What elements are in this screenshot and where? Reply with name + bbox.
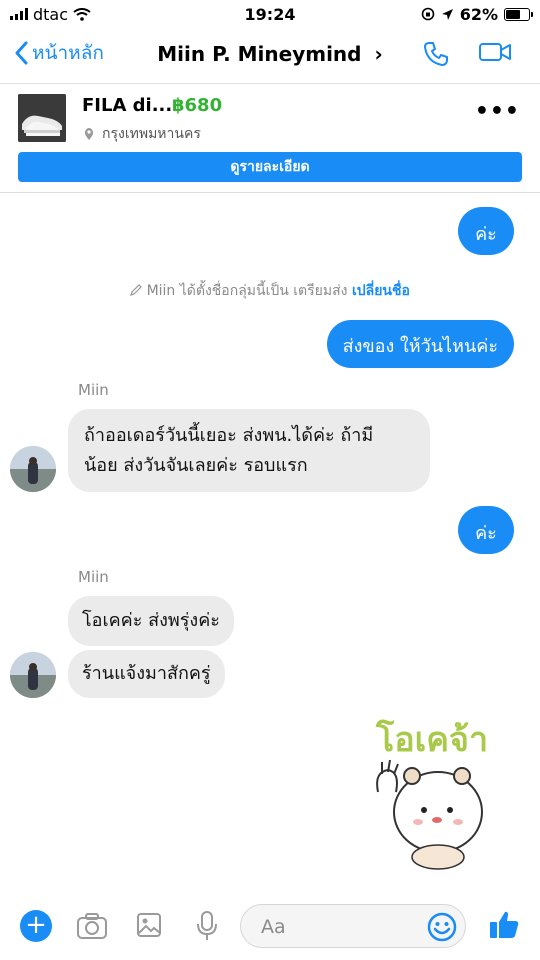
sticker[interactable]: โอเคจ้า: [366, 712, 506, 872]
system-text: Miin ได้ตั้งชื่อกลุ่มนี้เป็น เตรียมส่ง: [146, 283, 348, 299]
video-icon[interactable]: [478, 40, 512, 64]
location-label: กรุงเทพมหานคร: [102, 126, 201, 142]
sticker-text: โอเคจ้า: [376, 720, 489, 760]
outgoing-message[interactable]: ส่งของ ให้วันไหนค่ะ: [326, 320, 514, 368]
emoji-icon[interactable]: [427, 912, 457, 942]
more-options-icon[interactable]: •••: [475, 99, 520, 124]
battery-icon: [504, 7, 533, 21]
like-icon[interactable]: [488, 910, 520, 940]
message-input[interactable]: Aa: [240, 904, 466, 948]
product-card: FILA di... ฿680 กรุงเทพมหานคร ••• ดูรายล…: [0, 85, 540, 193]
incoming-message[interactable]: ถ้าออเดอร์วันนี้เยอะ ส่งพน.ได้ค่ะ ถ้ามี …: [68, 409, 430, 492]
outgoing-message[interactable]: ค่ะ: [458, 207, 514, 255]
sender-name: Miin: [78, 381, 109, 399]
mic-icon[interactable]: [196, 910, 218, 942]
rename-link[interactable]: เปลี่ยนชื่อ: [352, 283, 410, 299]
clock: 19:24: [244, 4, 296, 24]
product-title[interactable]: FILA di...: [82, 95, 172, 116]
product-thumbnail[interactable]: [18, 94, 66, 142]
nav-bar: หน้าหลัก Miin P. Mineymind ›: [0, 28, 540, 84]
pencil-icon: [130, 284, 142, 296]
outgoing-message[interactable]: ค่ะ: [458, 506, 514, 554]
system-message: Miin ได้ตั้งชื่อกลุ่มนี้เป็น เตรียมส่ง เ…: [0, 280, 540, 302]
pin-icon: [84, 127, 94, 140]
battery-fill: [506, 9, 520, 19]
composer-bar: + Aa: [0, 900, 540, 960]
input-placeholder: Aa: [261, 916, 286, 938]
incoming-message[interactable]: โอเคค่ะ ส่งพรุ่งค่ะ: [68, 596, 234, 646]
message-line: น้อย ส่งวันจันเลยค่ะ รอบแรก: [84, 455, 308, 476]
avatar-photo: [10, 446, 56, 492]
message-line: ถ้าออเดอร์วันนี้เยอะ ส่งพน.ได้ค่ะ ถ้ามี: [84, 425, 374, 446]
camera-icon[interactable]: [76, 912, 108, 940]
sneaker-image: [18, 94, 66, 142]
view-details-button[interactable]: ดูรายละเอียด: [18, 152, 522, 182]
plus-button[interactable]: +: [20, 910, 52, 942]
contact-name: Miin P. Mineymind: [157, 42, 362, 66]
avatar-photo: [10, 652, 56, 698]
avatar[interactable]: [10, 446, 56, 492]
incoming-message[interactable]: ร้านแจ้งมาสักครู่: [68, 650, 225, 698]
product-price: ฿680: [172, 95, 223, 116]
avatar[interactable]: [10, 652, 56, 698]
nav-actions: [422, 40, 512, 68]
sender-name: Miin: [78, 568, 109, 586]
status-bar: dtac 19:24 62%: [0, 0, 540, 28]
product-location: กรุงเทพมหานคร: [84, 123, 201, 145]
phone-icon[interactable]: [422, 40, 450, 68]
chevron-right-icon: ›: [374, 42, 383, 66]
image-icon[interactable]: [136, 912, 162, 938]
